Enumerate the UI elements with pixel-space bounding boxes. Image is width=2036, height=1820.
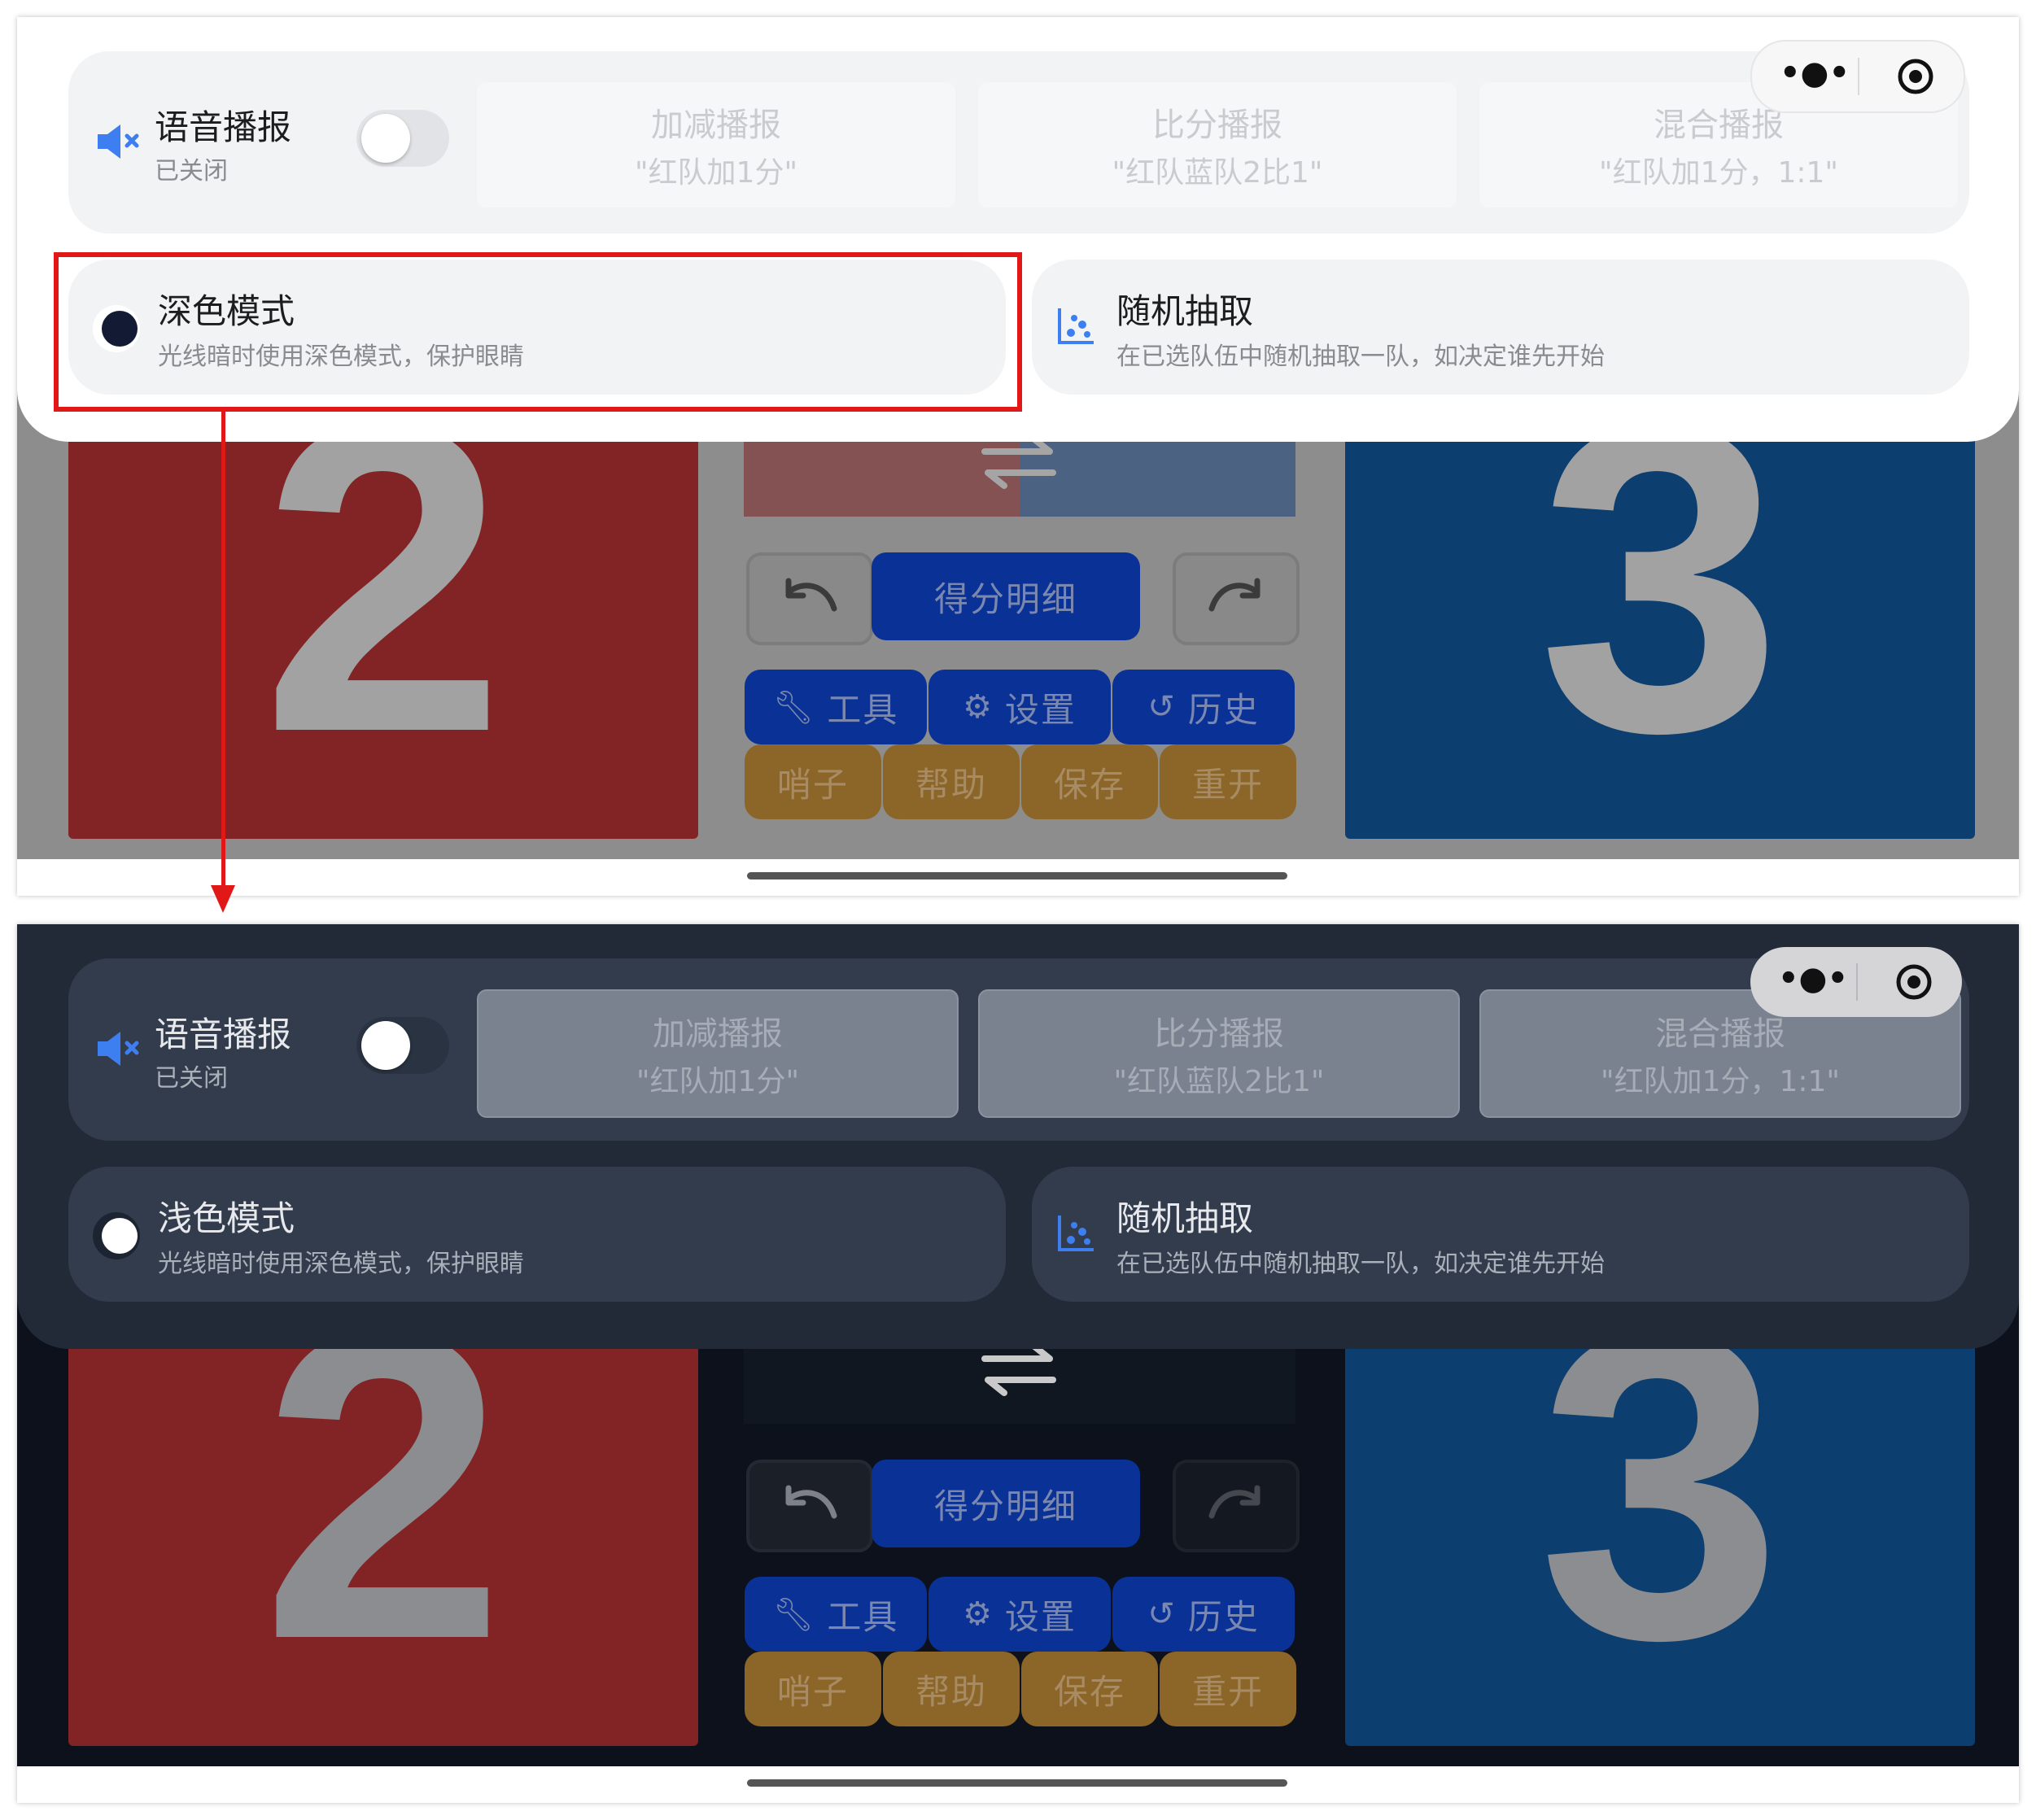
- history-button[interactable]: ↺ 历史: [1112, 670, 1295, 744]
- undo-icon: [785, 1485, 837, 1519]
- redo-button[interactable]: [1173, 552, 1300, 645]
- voice-broadcast-title: 语音播报: [155, 1015, 292, 1054]
- history-button[interactable]: ↺ 历史: [1112, 1577, 1295, 1652]
- scatter-chart-icon: [1058, 1216, 1094, 1251]
- blue-score: 3: [1537, 408, 1783, 823]
- red-score: 2: [260, 408, 506, 823]
- score-detail-button[interactable]: 得分明细: [872, 1460, 1140, 1547]
- wrench-icon: 🔧︎: [772, 1595, 816, 1634]
- random-draw-title: 随机抽取: [1116, 1198, 1254, 1238]
- score-detail-button[interactable]: 得分明细: [872, 552, 1140, 640]
- random-draw-desc: 在已选队伍中随机抽取一队，如决定谁先开始: [1116, 1250, 1605, 1278]
- history-icon: ↺: [1147, 1595, 1177, 1633]
- blue-score-card[interactable]: 3: [1345, 1315, 1975, 1746]
- gear-icon: ⚙︎: [963, 1595, 994, 1633]
- swap-icon: [981, 435, 1056, 489]
- annotation-arrow-head: [211, 885, 235, 913]
- settings-popup: 语音播报 已关闭 加减播报 "红队加1分" 比分播报 "红队蓝队2比1" 混合播…: [17, 924, 2019, 1349]
- redo-button[interactable]: [1173, 1460, 1300, 1552]
- more-options-icon[interactable]: •●•: [1776, 960, 1850, 997]
- whistle-button[interactable]: 哨子: [745, 1652, 881, 1726]
- undo-button[interactable]: [746, 1460, 873, 1552]
- save-button[interactable]: 保存: [1021, 1652, 1158, 1726]
- voice-broadcast-status: 已关闭: [155, 1064, 228, 1093]
- random-draw-title: 随机抽取: [1116, 291, 1254, 331]
- blue-score: 3: [1537, 1315, 1783, 1731]
- redo-icon: [1208, 578, 1260, 612]
- half-moon-icon: [93, 1212, 140, 1259]
- help-button[interactable]: 帮助: [883, 1652, 1020, 1726]
- light-mode-card[interactable]: 浅色模式 光线暗时使用深色模式，保护眼睛: [68, 1167, 1006, 1302]
- home-indicator: [747, 872, 1287, 879]
- tools-button[interactable]: 🔧︎ 工具: [745, 1577, 927, 1652]
- wrench-icon: 🔧︎: [772, 688, 816, 727]
- whistle-button[interactable]: 哨子: [745, 744, 881, 819]
- scatter-chart-icon: [1058, 308, 1094, 344]
- dark-mode-screenshot: 2 3 得分明细 🔧︎ 工具 ⚙︎ 设置 ↺ 历史 哨子 帮助 保存 重开 语音…: [17, 924, 2019, 1803]
- voice-broadcast-status: 已关闭: [155, 157, 228, 185]
- undo-icon: [785, 578, 837, 612]
- voice-broadcast-title: 语音播报: [155, 107, 292, 147]
- blue-score-card[interactable]: 3: [1345, 408, 1975, 839]
- settings-button[interactable]: ⚙︎ 设置: [928, 670, 1111, 744]
- more-options-icon[interactable]: •●•: [1778, 55, 1851, 92]
- home-indicator: [747, 1779, 1287, 1787]
- voice-broadcast-card: 语音播报 已关闭 加减播报 "红队加1分" 比分播报 "红队蓝队2比1" 混合播…: [68, 958, 1969, 1141]
- swap-icon: [981, 1342, 1056, 1396]
- close-target-icon[interactable]: [1897, 58, 1934, 95]
- close-target-icon[interactable]: [1895, 963, 1933, 1001]
- voice-broadcast-toggle[interactable]: [356, 1017, 449, 1074]
- option-increment-broadcast[interactable]: 加减播报 "红队加1分": [477, 82, 955, 207]
- mini-program-capsule: •●•: [1750, 947, 1962, 1017]
- tools-button[interactable]: 🔧︎ 工具: [745, 670, 927, 744]
- random-draw-card[interactable]: 随机抽取 在已选队伍中随机抽取一队，如决定谁先开始: [1032, 260, 1969, 395]
- undo-button[interactable]: [746, 552, 873, 645]
- gear-icon: ⚙︎: [963, 688, 994, 726]
- history-icon: ↺: [1147, 688, 1177, 726]
- red-score-card[interactable]: 2: [68, 408, 698, 839]
- light-mode-desc: 光线暗时使用深色模式，保护眼睛: [158, 1250, 524, 1278]
- save-button[interactable]: 保存: [1021, 744, 1158, 819]
- random-draw-desc: 在已选队伍中随机抽取一队，如决定谁先开始: [1116, 343, 1605, 371]
- highlight-box: [54, 252, 1022, 412]
- option-increment-broadcast[interactable]: 加减播报 "红队加1分": [477, 989, 959, 1118]
- speaker-muted-icon: [98, 1032, 139, 1066]
- mini-program-capsule: •●•: [1750, 40, 1965, 113]
- restart-button[interactable]: 重开: [1160, 1652, 1296, 1726]
- red-score: 2: [260, 1315, 506, 1731]
- random-draw-card[interactable]: 随机抽取 在已选队伍中随机抽取一队，如决定谁先开始: [1032, 1167, 1969, 1302]
- option-score-broadcast[interactable]: 比分播报 "红队蓝队2比1": [978, 989, 1460, 1118]
- option-score-broadcast[interactable]: 比分播报 "红队蓝队2比1": [978, 82, 1457, 207]
- restart-button[interactable]: 重开: [1160, 744, 1296, 819]
- redo-icon: [1208, 1485, 1260, 1519]
- light-mode-title: 浅色模式: [158, 1198, 295, 1238]
- red-score-card[interactable]: 2: [68, 1315, 698, 1746]
- light-mode-screenshot: 2 3 得分明细 🔧︎ 工具 ⚙︎ 设置 ↺ 历史 哨子 帮助 保存 重开 语音…: [17, 17, 2019, 896]
- speaker-muted-icon: [98, 124, 139, 159]
- voice-broadcast-card: 语音播报 已关闭 加减播报 "红队加1分" 比分播报 "红队蓝队2比1" 混合播…: [68, 51, 1969, 234]
- help-button[interactable]: 帮助: [883, 744, 1020, 819]
- settings-button[interactable]: ⚙︎ 设置: [928, 1577, 1111, 1652]
- voice-broadcast-toggle[interactable]: [356, 110, 449, 167]
- annotation-arrow-line: [221, 412, 225, 892]
